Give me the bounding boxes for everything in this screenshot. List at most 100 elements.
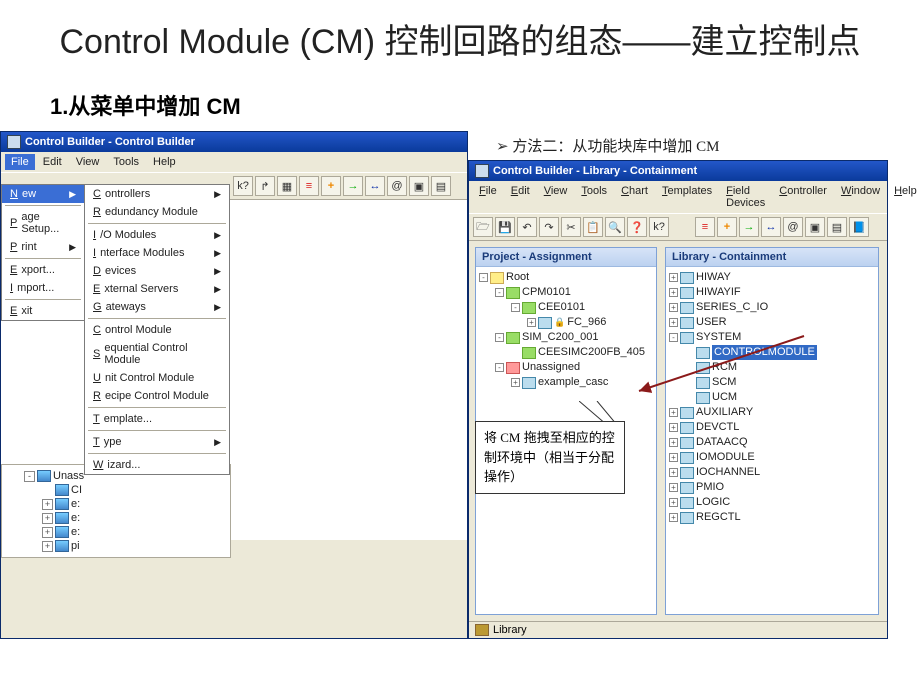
tree-row[interactable]: -CPM0101 [479, 285, 653, 300]
menu-tools[interactable]: Tools [575, 183, 613, 211]
tree-row[interactable]: +SERIES_C_IO [669, 300, 875, 315]
menu-tools[interactable]: Tools [107, 154, 145, 170]
tree-row[interactable]: SCM [669, 375, 875, 390]
toolbar-button[interactable]: ▤ [827, 217, 847, 237]
toolbar-button[interactable]: ≡ [299, 176, 319, 196]
toolbar-button[interactable]: @ [387, 176, 407, 196]
menu-help[interactable]: Help [888, 183, 920, 211]
toolbar-button[interactable]: ↔ [365, 176, 385, 196]
toolbar-button[interactable]: 📋 [583, 217, 603, 237]
menu-view[interactable]: View [538, 183, 574, 211]
tree-row[interactable]: +e: [6, 497, 226, 511]
toolbar-button[interactable]: ↱ [255, 176, 275, 196]
file-menu-item[interactable]: Page Setup... [2, 208, 84, 238]
toolbar-button[interactable]: @ [783, 217, 803, 237]
file-menu-item[interactable]: Print▶ [2, 238, 84, 256]
toolbar-button[interactable]: ▤ [431, 176, 451, 196]
toolbar-button[interactable]: ✂ [561, 217, 581, 237]
new-submenu-item[interactable]: Type▶ [85, 433, 229, 451]
left-project-tree[interactable]: -UnassCI+e:+e:+e:+pi [1, 464, 231, 558]
menu-chart[interactable]: Chart [615, 183, 654, 211]
tree-row[interactable]: +🔒FC_966 [479, 315, 653, 330]
tree-row[interactable]: UCM [669, 390, 875, 405]
toolbar-button[interactable]: ≡ [695, 217, 715, 237]
tree-row[interactable]: RCM [669, 360, 875, 375]
tree-row[interactable]: +USER [669, 315, 875, 330]
file-menu-item[interactable]: New▶ [2, 185, 84, 203]
toolbar-button[interactable]: 🗁 [473, 217, 493, 237]
tree-row[interactable]: +IOCHANNEL [669, 465, 875, 480]
new-submenu-item[interactable]: I/O Modules▶ [85, 226, 229, 244]
toolbar-button[interactable]: ▣ [805, 217, 825, 237]
tree-row[interactable]: +LOGIC [669, 495, 875, 510]
menu-controller[interactable]: Controller [773, 183, 833, 211]
toolbar-button[interactable]: + [717, 217, 737, 237]
tree-row[interactable]: -Root [479, 270, 653, 285]
new-submenu-item[interactable]: Gateways▶ [85, 298, 229, 316]
new-submenu-item[interactable]: Devices▶ [85, 262, 229, 280]
tree-row[interactable]: +PMIO [669, 480, 875, 495]
toolbar-button[interactable]: ▣ [409, 176, 429, 196]
right-menubar[interactable]: FileEditViewToolsChartTemplatesField Dev… [469, 181, 887, 213]
left-menubar[interactable]: File Edit View Tools Help [1, 152, 467, 172]
new-submenu-item[interactable]: Controllers▶ [85, 185, 229, 203]
menu-templates[interactable]: Templates [656, 183, 718, 211]
tree-row[interactable]: +DATAACQ [669, 435, 875, 450]
toolbar-button[interactable]: 📘 [849, 217, 869, 237]
tree-row[interactable]: +DEVCTL [669, 420, 875, 435]
toolbar-button[interactable]: ▦ [277, 176, 297, 196]
tree-row[interactable]: CI [6, 483, 226, 497]
tree-row[interactable]: +IOMODULE [669, 450, 875, 465]
tree-row[interactable]: +e: [6, 511, 226, 525]
toolbar-button[interactable]: k? [649, 217, 669, 237]
file-menu[interactable]: New▶ Page Setup...Print▶ Export...Import..… [1, 184, 85, 321]
toolbar-button[interactable]: → [343, 176, 363, 196]
toolbar-button[interactable]: 💾 [495, 217, 515, 237]
menu-edit[interactable]: Edit [505, 183, 536, 211]
menu-file[interactable]: File [473, 183, 503, 211]
tree-row[interactable]: -SIM_C200_001 [479, 330, 653, 345]
new-submenu-item[interactable]: Wizard... [85, 456, 229, 474]
toolbar-button[interactable]: ↶ [517, 217, 537, 237]
right-toolbar[interactable]: 🗁💾↶↷✂📋🔍❓k? ≡+→↔@▣▤📘 [469, 213, 887, 241]
toolbar-button[interactable]: k? [233, 176, 253, 196]
toolbar-button[interactable]: 🔍 [605, 217, 625, 237]
toolbar-button[interactable]: + [321, 176, 341, 196]
tree-row[interactable]: +HIWAY [669, 270, 875, 285]
toolbar-button[interactable]: → [739, 217, 759, 237]
new-submenu[interactable]: Controllers▶Redundancy Module I/O Modules… [84, 184, 230, 475]
tree-row[interactable]: +REGCTL [669, 510, 875, 525]
new-submenu-item[interactable]: Template... [85, 410, 229, 428]
new-submenu-item[interactable]: External Servers▶ [85, 280, 229, 298]
tree-row[interactable]: -CEE0101 [479, 300, 653, 315]
tree-row[interactable]: +example_casc [479, 375, 653, 390]
menu-field devices[interactable]: Field Devices [720, 183, 771, 211]
new-submenu-item[interactable]: Unit Control Module [85, 369, 229, 387]
toolbar-button[interactable]: ↷ [539, 217, 559, 237]
tree-row[interactable]: -SYSTEM [669, 330, 875, 345]
tree-row[interactable]: -Unassigned [479, 360, 653, 375]
new-submenu-item[interactable]: Interface Modules▶ [85, 244, 229, 262]
tree-row[interactable]: CEESIMC200FB_405 [479, 345, 653, 360]
menu-help[interactable]: Help [147, 154, 182, 170]
menu-edit[interactable]: Edit [37, 154, 68, 170]
file-menu-item[interactable]: Import... [2, 279, 84, 297]
new-submenu-item[interactable]: Recipe Control Module [85, 387, 229, 405]
new-submenu-item[interactable]: Redundancy Module [85, 203, 229, 221]
file-menu-item[interactable]: Export... [2, 261, 84, 279]
toolbar-button[interactable]: ↔ [761, 217, 781, 237]
tree-row[interactable]: +HIWAYIF [669, 285, 875, 300]
menu-file[interactable]: File [5, 154, 35, 170]
new-submenu-item[interactable]: Control Module [85, 321, 229, 339]
menu-view[interactable]: View [70, 154, 106, 170]
tree-row[interactable]: +e: [6, 525, 226, 539]
file-menu-item[interactable]: Exit [2, 302, 84, 320]
toolbar-button[interactable]: ❓ [627, 217, 647, 237]
new-submenu-item[interactable]: Sequential Control Module [85, 339, 229, 369]
menu-window[interactable]: Window [835, 183, 886, 211]
tree-row[interactable]: +AUXILIARY [669, 405, 875, 420]
tree-row[interactable]: +pi [6, 539, 226, 553]
library-panel[interactable]: Library - Containment +HIWAY+HIWAYIF+SER… [665, 247, 879, 615]
tree-row[interactable]: CONTROLMODULE [669, 345, 875, 360]
library-tree[interactable]: +HIWAY+HIWAYIF+SERIES_C_IO+USER-SYSTEMCO… [666, 267, 878, 614]
